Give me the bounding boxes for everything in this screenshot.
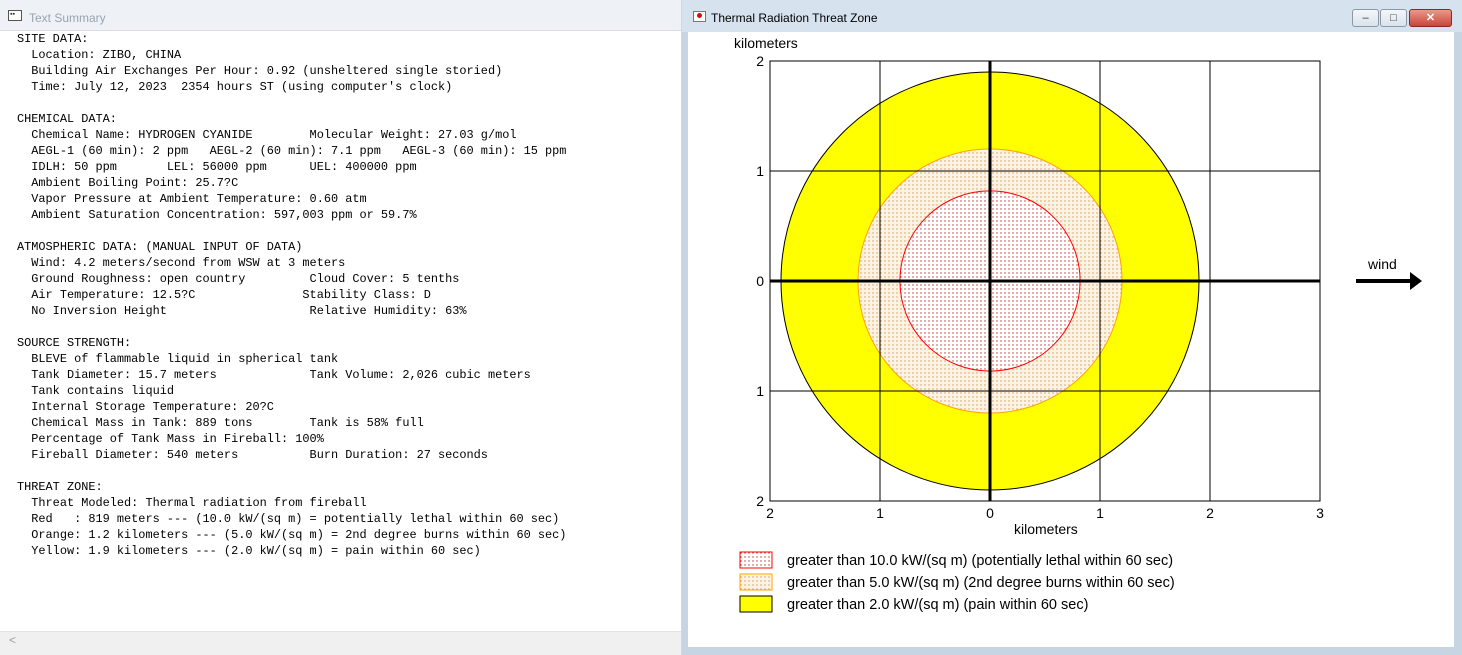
x-tick-label: 1 — [876, 505, 884, 521]
threat-zone-window[interactable]: Thermal Radiation Threat Zone – □ ✕ 2 1 0 1… — [682, 0, 1462, 655]
text-summary-title: Text Summary — [29, 11, 106, 25]
x-axis-label: kilometers — [1014, 521, 1078, 537]
summary-text-area[interactable]: SITE DATA: Location: ZIBO, CHINA Buildin… — [0, 31, 681, 631]
legend-label-yellow: greater than 2.0 kW/(sq m) (pain within … — [787, 597, 1088, 613]
close-button[interactable]: ✕ — [1409, 9, 1452, 27]
x-tick-label: 2 — [766, 505, 774, 521]
wind-indicator: wind — [1356, 256, 1422, 290]
legend-label-orange: greater than 5.0 kW/(sq m) (2nd degree b… — [787, 575, 1175, 591]
threat-zone-plot-area: 2 1 0 1 2 3 2 1 0 1 2 kilometers kilometers wind g… — [688, 32, 1454, 647]
legend-swatch-yellow — [739, 595, 773, 613]
text-summary-titlebar[interactable]: ▪▪ Text Summary — [0, 0, 681, 31]
maximize-button[interactable]: □ — [1380, 9, 1407, 27]
x-tick-label: 3 — [1316, 505, 1324, 521]
horizontal-scrollbar[interactable]: < — [0, 631, 681, 649]
summary-text: SITE DATA: Location: ZIBO, CHINA Buildin… — [17, 32, 567, 558]
text-summary-window[interactable]: ▪▪ Text Summary SITE DATA: Location: ZIB… — [0, 0, 681, 655]
y-tick-label: 2 — [756, 493, 764, 509]
y-tick-label: 0 — [756, 273, 764, 289]
y-tick-label: 1 — [756, 163, 764, 179]
y-axis-label: kilometers — [734, 35, 798, 51]
y-tick-label: 1 — [756, 383, 764, 399]
minimize-button[interactable]: – — [1352, 9, 1379, 27]
legend-swatch-orange — [739, 573, 773, 591]
text-window-icon: ▪▪ — [8, 10, 22, 21]
legend-label-red: greater than 10.0 kW/(sq m) (potentially… — [787, 553, 1173, 569]
y-tick-label: 2 — [756, 53, 764, 69]
scroll-left-icon[interactable]: < — [9, 633, 16, 647]
x-tick-label: 2 — [1206, 505, 1214, 521]
threat-window-icon — [693, 11, 706, 22]
wind-arrowhead-icon — [1410, 272, 1422, 290]
x-tick-label: 1 — [1096, 505, 1104, 521]
threat-zone-titlebar[interactable]: Thermal Radiation Threat Zone – □ ✕ — [682, 0, 1462, 32]
threat-zone-chart: 2 1 0 1 2 3 2 1 0 1 2 kilometers kilometers wind g… — [734, 35, 1422, 613]
wind-label: wind — [1367, 256, 1397, 272]
threat-zone-title: Thermal Radiation Threat Zone — [711, 11, 878, 25]
x-tick-label: 0 — [986, 505, 994, 521]
legend-swatch-red — [739, 551, 773, 569]
